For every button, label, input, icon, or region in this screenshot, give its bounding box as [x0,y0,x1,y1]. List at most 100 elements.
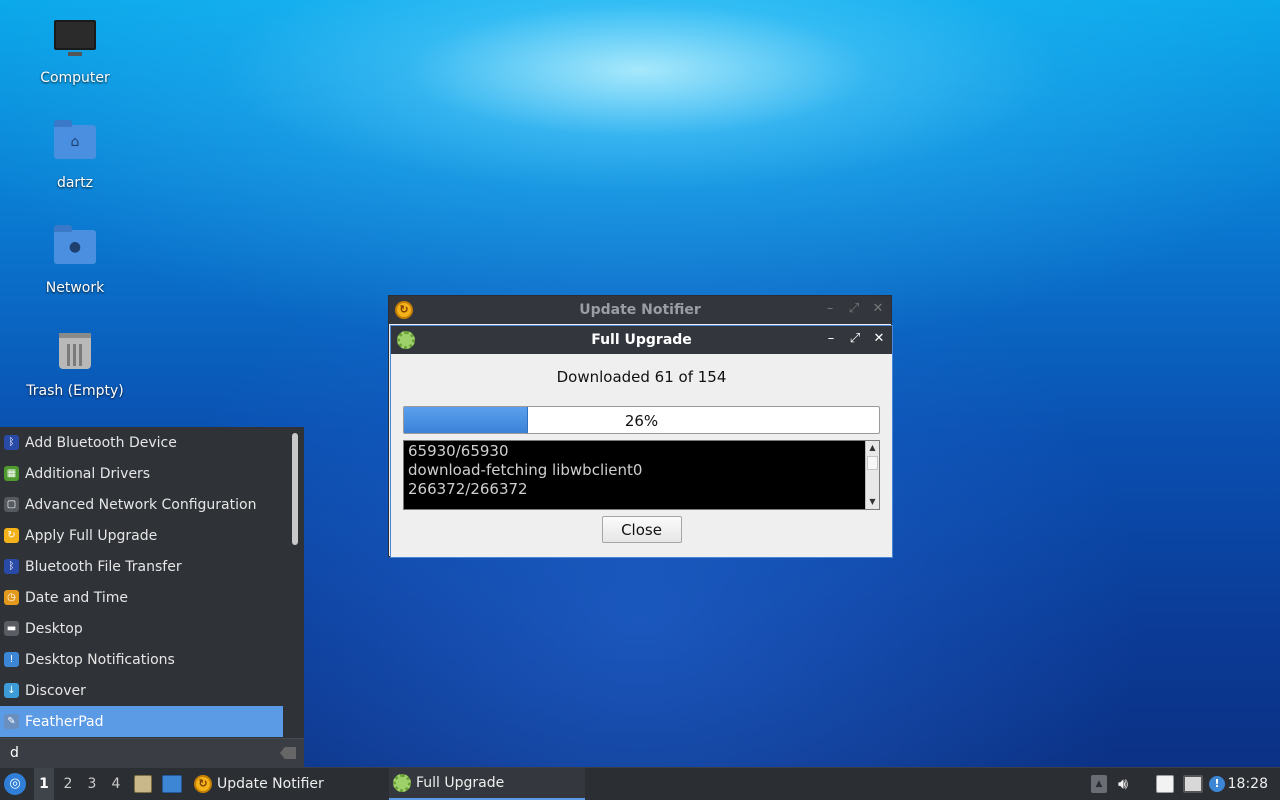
workspace-1[interactable]: 1 [34,768,54,800]
file-manager-icon [134,775,152,793]
menu-scrollbar[interactable] [292,433,298,545]
menu-item-label: Desktop [25,620,83,637]
taskbar: ◎ 1 2 3 4 ↻ Update Notifier Full Upgrade… [0,767,1280,800]
network-folder-icon: ● [53,225,97,274]
notification-icon: ! [4,652,19,667]
menu-item-label: Additional Drivers [25,465,151,482]
desktop-icon-label: Computer [40,70,110,86]
menu-item[interactable]: ᛒ Add Bluetooth Device [0,427,290,458]
featherpad-icon: ✎ [4,714,19,729]
home-folder-icon: ⌂ [53,120,97,169]
tray-expand-button[interactable]: ▲ [1091,768,1107,800]
lubuntu-logo-icon: ◎ [4,773,26,795]
log-output: 65930/65930 download-fetching libwbclien… [403,440,880,510]
full-upgrade-titlebar[interactable]: Full Upgrade – ⤢ ✕ [391,326,892,354]
full-upgrade-window: Full Upgrade – ⤢ ✕ Downloaded 61 of 154 … [390,325,893,558]
minimize-button[interactable]: – [824,330,838,348]
menu-item[interactable]: ! Desktop Notifications [0,644,290,675]
show-desktop-launcher[interactable] [162,768,182,800]
desktop-icon-label: Trash (Empty) [26,383,124,399]
gear-icon [393,774,411,792]
task-update-notifier[interactable]: ↻ Update Notifier [190,768,384,800]
workspace-2[interactable]: 2 [58,768,78,800]
clear-search-icon[interactable] [280,747,296,759]
desktop-icon-home[interactable]: ⌂ dartz [20,120,130,191]
clipboard-icon [1156,775,1174,793]
scroll-up-icon[interactable]: ▲ [866,441,879,455]
update-tray[interactable]: ! [1209,768,1225,800]
close-dialog-button[interactable]: Close [601,516,682,543]
app-menu: ᛒ Add Bluetooth Device ▦ Additional Drivers… [0,427,304,767]
menu-item-label: FeatherPad [25,713,104,730]
menu-item[interactable]: ▢ Advanced Network Configuration [0,489,290,520]
desktop-icon-network[interactable]: ● Network [20,225,130,296]
menu-item[interactable]: ✎ FeatherPad [0,706,283,737]
network-tray[interactable] [1183,768,1203,800]
menu-search-value: d [10,745,19,761]
log-line: download-fetching libwbclient0 [408,461,643,479]
maximize-button[interactable]: ⤢ [847,300,861,318]
app-menu-list: ᛒ Add Bluetooth Device ▦ Additional Drivers… [0,427,290,737]
log-line: 266372/266372 [408,480,528,498]
volume-control[interactable]: 🔊︎ [1118,768,1128,800]
desktop-icon-label: dartz [56,175,94,191]
menu-item-label: Discover [25,682,86,699]
discover-icon: ↓ [4,683,19,698]
clock[interactable]: 18:28 [1228,768,1268,800]
volume-icon: 🔊︎ [1118,774,1129,793]
desktop-icon: ▬ [4,621,19,636]
file-manager-launcher[interactable] [134,768,152,800]
network-icon [1183,775,1203,793]
start-menu-button[interactable]: ◎ [4,768,28,800]
scroll-thumb[interactable] [867,456,878,470]
menu-item[interactable]: ◷ Date and Time [0,582,290,613]
trash-icon [53,333,97,377]
upgrade-content: Downloaded 61 of 154 26% 65930/65930 dow… [391,354,892,553]
upgrade-icon: ↻ [4,528,19,543]
minimize-button[interactable]: – [823,300,837,318]
update-notifier-titlebar[interactable]: ↻ Update Notifier – ⤢ ✕ [389,296,891,324]
progress-label: 26% [624,412,659,430]
chevron-up-icon: ▲ [1091,775,1107,793]
close-button[interactable]: ✕ [871,300,885,318]
workspace-4[interactable]: 4 [106,768,126,800]
menu-item[interactable]: ↻ Apply Full Upgrade [0,520,290,551]
log-line: 65930/65930 [408,442,509,460]
log-scrollbar[interactable]: ▲ ▼ [865,441,879,509]
menu-item-label: Date and Time [25,589,128,606]
menu-item[interactable]: ▦ Additional Drivers [0,458,290,489]
menu-search-field[interactable]: d [0,738,304,767]
workspace-3[interactable]: 3 [82,768,102,800]
menu-item[interactable]: ▬ Desktop [0,613,290,644]
menu-item-label: Advanced Network Configuration [25,496,257,513]
desktop-icon-label: Network [45,280,105,296]
desktop-icon-trash[interactable]: Trash (Empty) [20,331,130,399]
progress-bar: 26% [403,406,880,434]
task-label: Full Upgrade [416,775,505,791]
menu-item[interactable]: ↓ Discover [0,675,290,706]
bluetooth-icon: ᛒ [4,559,19,574]
close-button[interactable]: ✕ [872,330,886,348]
network-icon: ▢ [4,497,19,512]
scroll-down-icon[interactable]: ▼ [866,495,879,509]
menu-item-label: Bluetooth File Transfer [25,558,182,575]
show-desktop-icon [162,775,182,793]
notification-icon: ! [1209,776,1225,792]
desktop-icon-computer[interactable]: Computer [20,16,130,86]
menu-item[interactable]: ᛒ Bluetooth File Transfer [0,551,290,582]
menu-item-label: Add Bluetooth Device [25,434,177,451]
task-label: Update Notifier [217,776,324,792]
chip-icon: ▦ [4,466,19,481]
menu-item-label: Desktop Notifications [25,651,175,668]
menu-item-label: Apply Full Upgrade [25,527,158,544]
clipboard-tray[interactable] [1156,768,1174,800]
maximize-button[interactable]: ⤢ [848,330,862,348]
clock-icon: ◷ [4,590,19,605]
computer-icon [53,20,97,64]
bluetooth-icon: ᛒ [4,435,19,450]
task-full-upgrade[interactable]: Full Upgrade [389,768,585,800]
update-notifier-icon: ↻ [194,775,212,793]
download-status: Downloaded 61 of 154 [556,368,727,386]
window-title: Update Notifier [579,302,701,318]
window-title: Full Upgrade [591,332,692,348]
